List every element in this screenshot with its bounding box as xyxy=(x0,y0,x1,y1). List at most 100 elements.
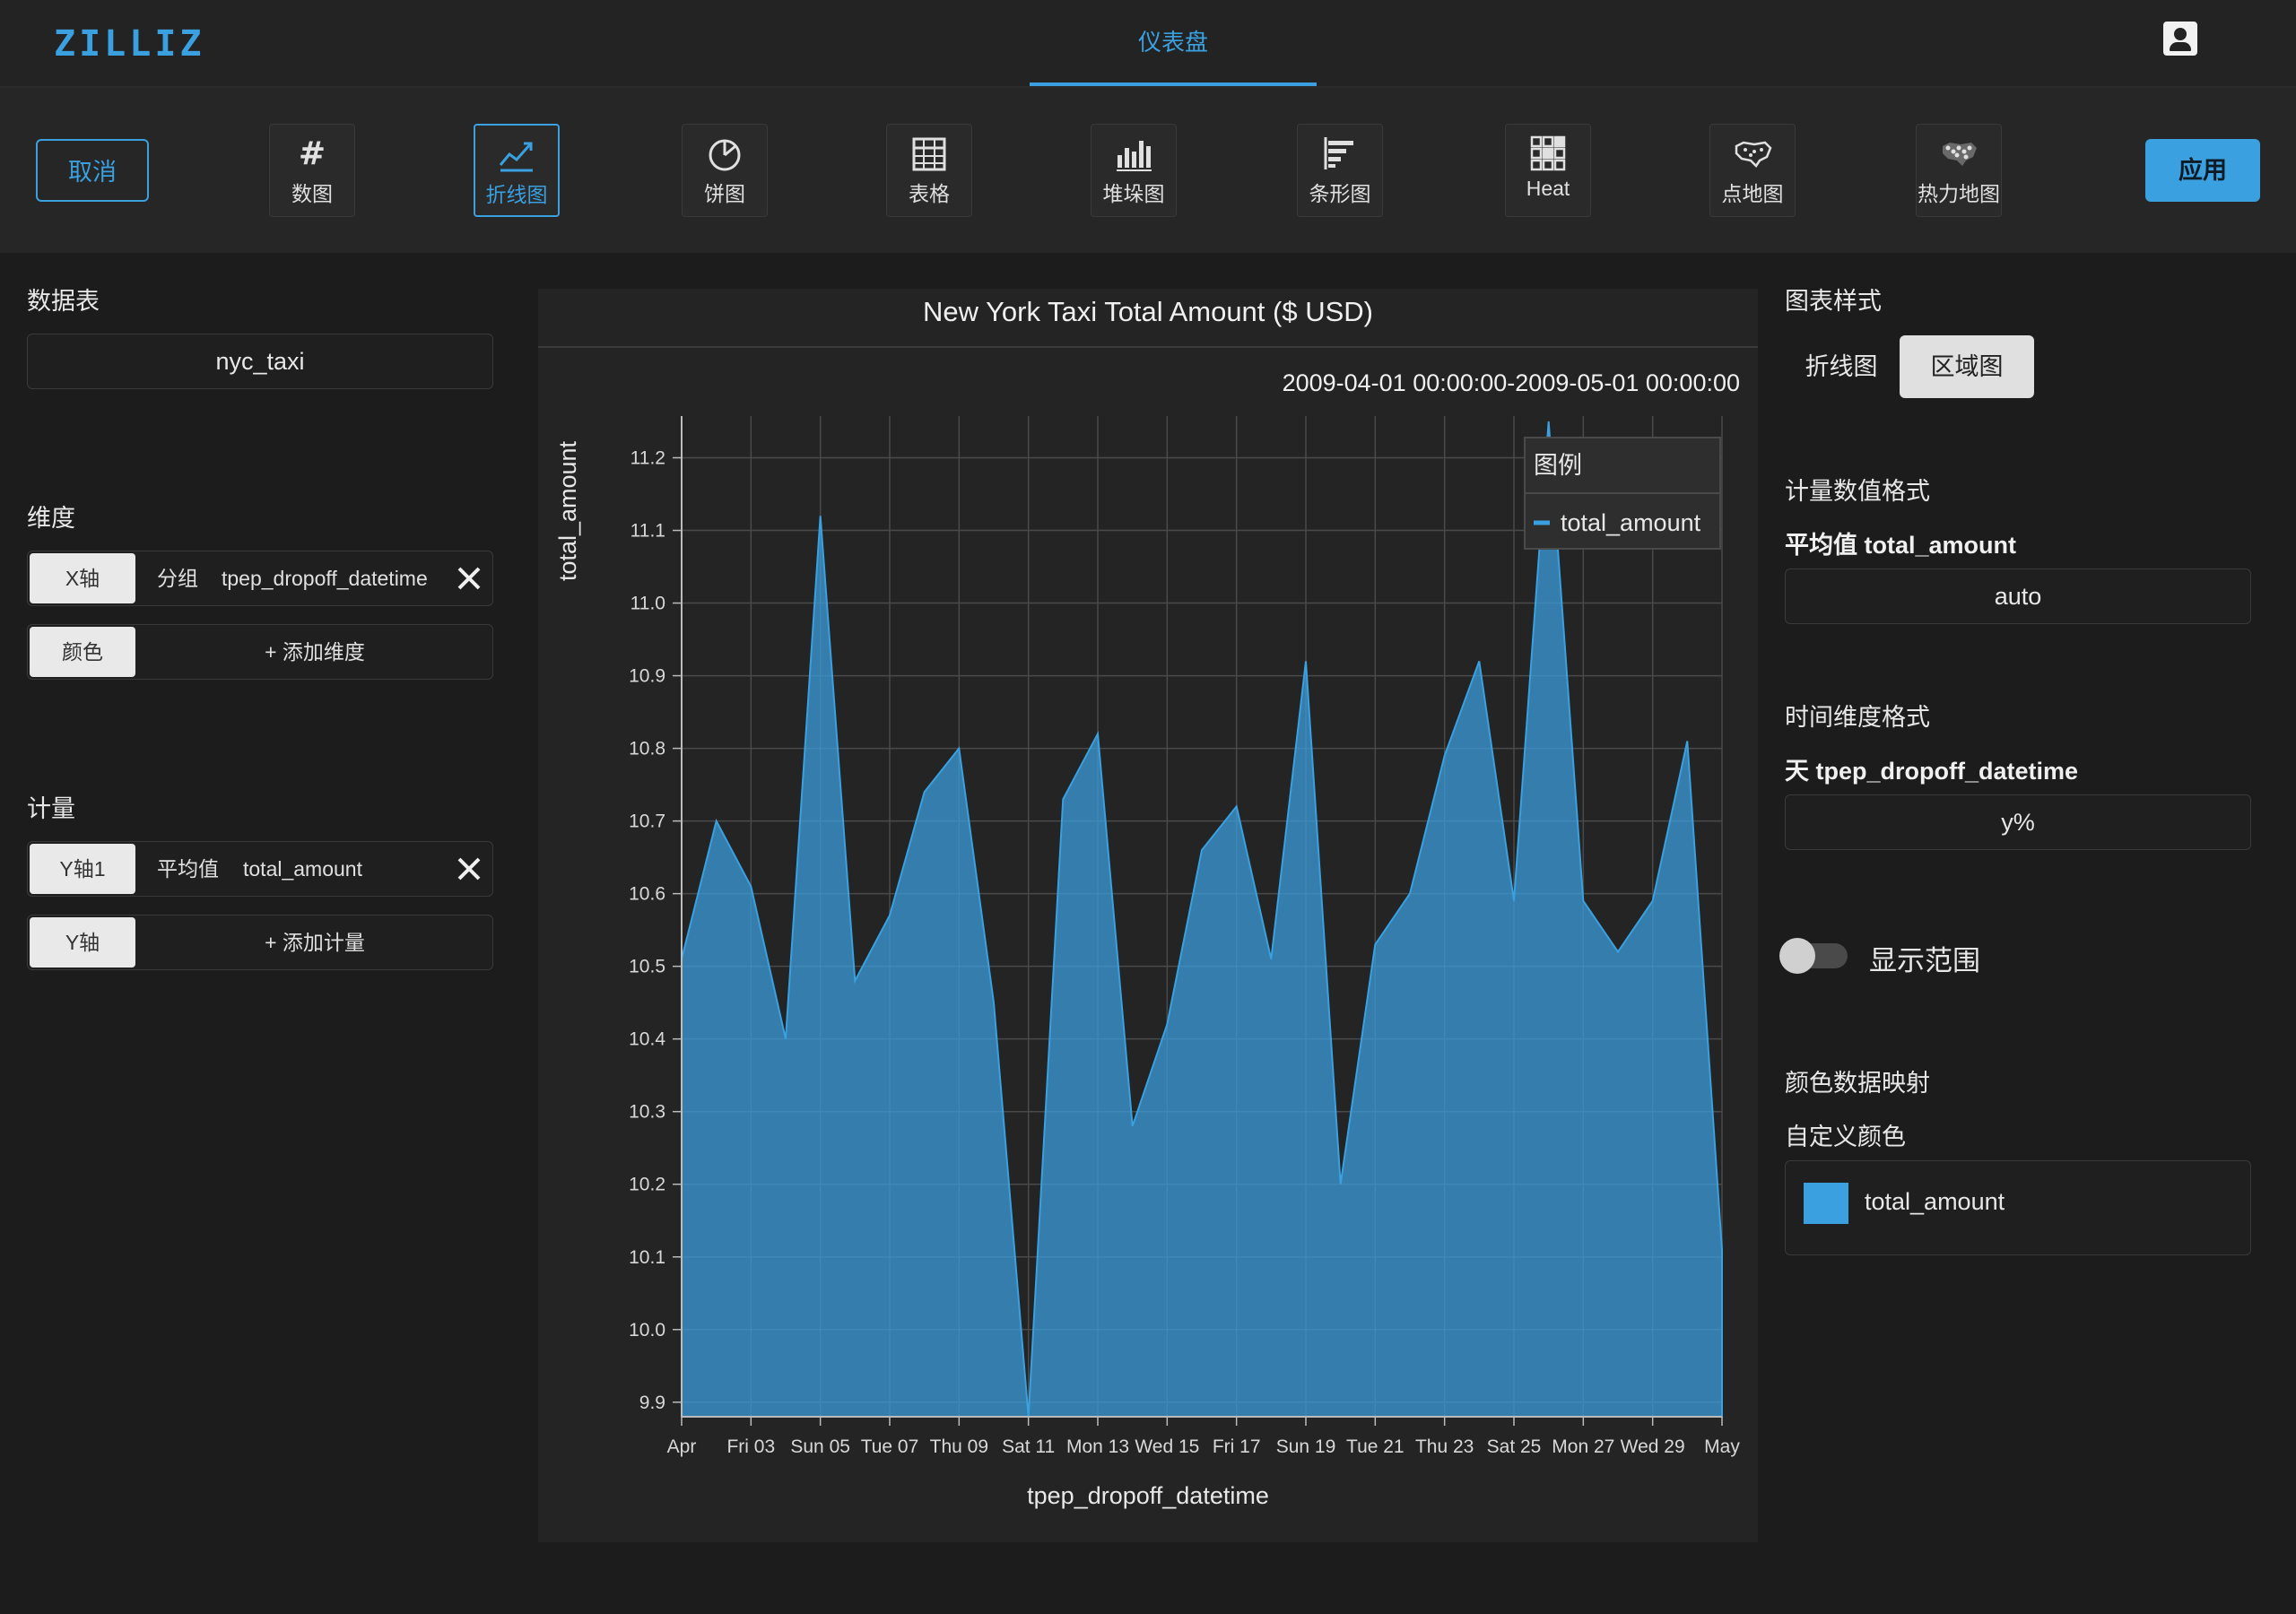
y-tick-label: 10.1 xyxy=(629,1247,665,1268)
dimension-title: 维度 xyxy=(27,505,75,532)
y-tick-label: 10.9 xyxy=(629,666,665,687)
x-tick-labels: Apr Fri 03 Sun 05 Tue 07 Thu 09 Sat 11 Mon 13 W… xyxy=(667,1436,1741,1457)
y-axis-row: Y轴 + 添加计量 xyxy=(27,915,493,970)
x-tick-label: Sat 25 xyxy=(1487,1436,1542,1457)
y-tick-label: 10.5 xyxy=(629,957,665,977)
x-tick-label: Tue 07 xyxy=(861,1436,919,1457)
y-tick-labels: 9.9 10.0 10.1 10.2 10.3 10.4 10.5 10.6 10.7 10.8 1… xyxy=(629,448,665,1413)
style-area-button[interactable]: 区域图 xyxy=(1900,335,2034,398)
chart-divider xyxy=(538,346,1758,348)
measure-format-field: 平均值 total_amount xyxy=(1785,532,2017,559)
svg-text:#: # xyxy=(299,135,326,172)
heat-map-icon xyxy=(1917,125,2001,177)
time-format-input[interactable]: y% xyxy=(1785,794,2251,850)
series-area-total_amount[interactable] xyxy=(681,421,1723,1418)
legend-title: 图例 xyxy=(1534,452,1582,479)
y1-agg-label: 平均值 xyxy=(157,857,219,881)
y-tick-label: 9.9 xyxy=(639,1393,665,1413)
x-group-label: 分组 xyxy=(157,567,198,590)
bar-chart-icon xyxy=(1298,125,1382,177)
x-tick-label: Tue 21 xyxy=(1346,1436,1405,1457)
pie-chart-icon xyxy=(683,125,767,177)
chart-type-number[interactable]: # 数图 xyxy=(269,124,355,217)
color-item-row: total_amount xyxy=(1785,1160,2251,1255)
user-icon[interactable] xyxy=(2163,22,2197,56)
chart-type-bar[interactable]: 条形图 xyxy=(1297,124,1383,217)
chart-type-table[interactable]: 表格 xyxy=(886,124,972,217)
x-tick-label: May xyxy=(1704,1436,1740,1457)
remove-y1-icon[interactable] xyxy=(455,855,483,883)
chart-style-title: 图表样式 xyxy=(1785,288,1882,315)
y-tick-label: 10.0 xyxy=(629,1320,665,1341)
x-field-name: tpep_dropoff_datetime xyxy=(222,567,428,590)
y-tick-label: 11.2 xyxy=(631,448,665,469)
y1-axis-row: Y轴1 平均值 total_amount xyxy=(27,841,493,897)
chart-type-point-map[interactable]: 点地图 xyxy=(1709,124,1796,217)
y-tick-label: 10.2 xyxy=(629,1175,665,1195)
data-table-select[interactable]: nyc_taxi xyxy=(27,334,493,389)
show-range-label: 显示范围 xyxy=(1869,945,1980,976)
time-format-field: 天 tpep_dropoff_datetime xyxy=(1785,758,2079,785)
remove-x-icon[interactable] xyxy=(455,564,483,593)
x-tick-label: Wed 29 xyxy=(1621,1436,1685,1457)
show-range-toggle-knob[interactable] xyxy=(1779,938,1815,974)
x-tick-label: Fri 03 xyxy=(726,1436,775,1457)
style-line-button[interactable]: 折线图 xyxy=(1785,335,1898,398)
x-tick-label: Mon 27 xyxy=(1552,1436,1614,1457)
chart-type-stacked[interactable]: 堆垛图 xyxy=(1091,124,1177,217)
x-tick-label: Thu 09 xyxy=(930,1436,988,1457)
color-swatch[interactable] xyxy=(1804,1183,1848,1224)
legend-item-total_amount[interactable]: total_amount xyxy=(1561,509,1701,536)
area-chart[interactable]: 9.9 10.0 10.1 10.2 10.3 10.4 10.5 10.6 10.7 10.8 1… xyxy=(538,395,1758,1524)
hash-icon: # xyxy=(270,125,354,177)
y-tick-label: 10.8 xyxy=(629,739,665,759)
color-mapping-title: 颜色数据映射 xyxy=(1785,1070,1930,1097)
custom-color-title: 自定义颜色 xyxy=(1785,1124,1906,1150)
y1-axis-tag[interactable]: Y轴1 xyxy=(30,844,135,894)
y-tick-label: 11.0 xyxy=(631,594,665,614)
color-row: 颜色 + 添加维度 xyxy=(27,624,493,680)
x-axis-tag[interactable]: X轴 xyxy=(30,553,135,603)
y-tick-label: 10.6 xyxy=(629,884,665,905)
x-axis-row: X轴 分组 tpep_dropoff_datetime xyxy=(27,551,493,606)
measure-title: 计量 xyxy=(27,795,75,822)
x-axis-label: tpep_dropoff_datetime xyxy=(1027,1482,1269,1509)
chart-type-pie[interactable]: 饼图 xyxy=(682,124,768,217)
x-tick-label: Sun 05 xyxy=(790,1436,850,1457)
add-dimension-button[interactable]: + 添加维度 xyxy=(137,625,492,679)
chart-type-heat-map[interactable]: 热力地图 xyxy=(1916,124,2002,217)
chart-title: New York Taxi Total Amount ($ USD) xyxy=(923,296,1373,327)
y-axis-label: total_amount xyxy=(554,440,581,581)
measure-format-input[interactable]: auto xyxy=(1785,568,2251,624)
time-format-title: 时间维度格式 xyxy=(1785,704,1930,731)
color-item-label: total_amount xyxy=(1865,1188,2005,1215)
y-tick-label: 11.1 xyxy=(631,521,665,542)
table-icon xyxy=(887,125,971,177)
color-tag[interactable]: 颜色 xyxy=(30,627,135,677)
cancel-button[interactable]: 取消 xyxy=(36,139,149,202)
data-table-title: 数据表 xyxy=(27,288,100,315)
point-map-icon xyxy=(1710,125,1795,177)
line-chart-icon xyxy=(475,126,558,178)
chart-time-range: 2009-04-01 00:00:00-2009-05-01 00:00:00 xyxy=(1282,369,1740,396)
x-tick-label: Thu 23 xyxy=(1415,1436,1474,1457)
x-tick-label: Fri 17 xyxy=(1213,1436,1261,1457)
x-tick-label: Sun 19 xyxy=(1276,1436,1336,1457)
y-tick-label: 10.4 xyxy=(629,1029,665,1050)
apply-button[interactable]: 应用 xyxy=(2145,139,2260,202)
x-tick-label: Wed 15 xyxy=(1135,1436,1199,1457)
chart-legend: 图例 total_amount xyxy=(1524,437,1721,550)
y-axis-tag[interactable]: Y轴 xyxy=(30,917,135,968)
heat-grid-icon xyxy=(1506,125,1590,177)
x-tick-label: Apr xyxy=(667,1436,697,1457)
zilliz-logo: ZILLIZ xyxy=(54,23,205,65)
x-tick-label: Mon 13 xyxy=(1066,1436,1129,1457)
chart-type-heat[interactable]: Heat xyxy=(1505,124,1591,217)
measure-format-title: 计量数值格式 xyxy=(1785,478,1930,505)
chart-type-line[interactable]: 折线图 xyxy=(474,124,560,217)
add-measure-button[interactable]: + 添加计量 xyxy=(137,915,492,969)
stacked-bar-icon xyxy=(1091,125,1176,177)
y1-field-name: total_amount xyxy=(243,857,362,881)
y-tick-label: 10.3 xyxy=(629,1102,665,1123)
tab-dashboard[interactable]: 仪表盘 xyxy=(1030,0,1317,86)
